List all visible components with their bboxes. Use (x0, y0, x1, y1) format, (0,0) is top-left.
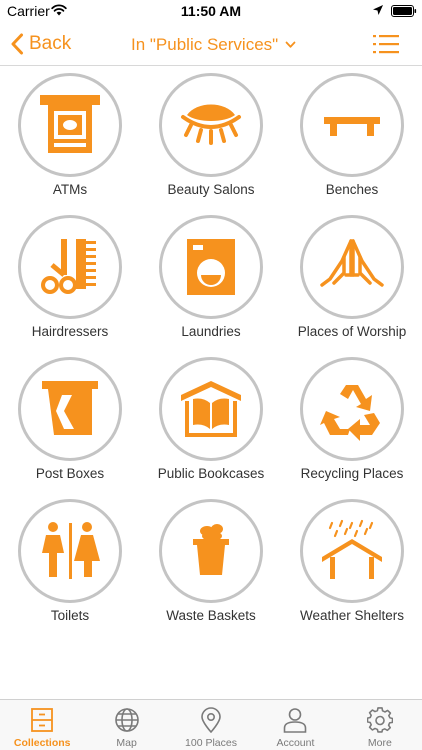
laundry-icon (187, 239, 235, 295)
tab-label: Collections (13, 737, 71, 749)
category-circle (159, 73, 263, 177)
category-label: Laundries (181, 324, 241, 339)
category-label: Post Boxes (35, 466, 105, 481)
tab-collections[interactable]: Collections (0, 700, 84, 750)
category-beauty-salons[interactable]: Beauty Salons (141, 70, 281, 210)
person-icon (284, 708, 307, 733)
bench-icon (324, 117, 380, 136)
category-label: Places of Worship (297, 324, 407, 339)
category-laundries[interactable]: Laundries (141, 212, 281, 352)
category-circle (300, 499, 404, 603)
tab-label: Account (276, 737, 315, 749)
category-label: Beauty Salons (167, 182, 255, 197)
category-post-boxes[interactable]: Post Boxes (0, 354, 140, 494)
globe-icon (114, 708, 139, 732)
category-toilets[interactable]: Toilets (0, 496, 140, 636)
category-label: Hairdressers (31, 324, 109, 339)
category-label: ATMs (52, 182, 88, 197)
battery-icon (391, 5, 417, 17)
category-public-bookcases[interactable]: Public Bookcases (141, 354, 281, 494)
category-circle (159, 215, 263, 319)
category-hairdressers[interactable]: Hairdressers (0, 212, 140, 352)
tab-label: 100 Places (185, 737, 237, 749)
category-recycling-places[interactable]: Recycling Places (282, 354, 422, 494)
category-label: Benches (325, 182, 379, 197)
category-circle (300, 73, 404, 177)
praying-hands-icon (320, 239, 384, 287)
chevron-down-icon (285, 41, 296, 48)
collections-icon (31, 708, 54, 732)
category-circle (18, 499, 122, 603)
toilets-icon (42, 522, 100, 579)
category-benches[interactable]: Benches (282, 70, 422, 210)
back-button[interactable]: Back (10, 31, 71, 57)
category-circle (300, 357, 404, 461)
recycling-icon (320, 385, 380, 441)
hairdresser-icon (41, 239, 96, 294)
tab-100-places[interactable]: 100 Places (169, 700, 253, 750)
location-pin-icon (201, 707, 221, 733)
public-bookcase-icon (181, 381, 241, 437)
navigation-bar: Back In "Public Services" (0, 22, 422, 66)
category-circle (18, 357, 122, 461)
post-box-icon (42, 381, 98, 435)
atm-icon (40, 95, 100, 153)
category-circle (159, 499, 263, 603)
category-places-of-worship[interactable]: Places of Worship (282, 212, 422, 352)
location-arrow-icon (373, 5, 383, 15)
list-view-button[interactable] (373, 33, 399, 55)
back-label: Back (29, 33, 72, 54)
gear-icon (366, 707, 393, 733)
tab-label: Map (116, 737, 137, 749)
status-bar: Carrier 11:50 AM (0, 0, 422, 22)
category-label: Recycling Places (300, 466, 404, 481)
category-atms[interactable]: ATMs (0, 70, 140, 210)
nav-title: In "Public Services" (131, 35, 279, 54)
category-label: Waste Baskets (166, 608, 256, 623)
beauty-salon-icon (181, 104, 241, 145)
category-waste-baskets[interactable]: Waste Baskets (141, 496, 281, 636)
category-label: Toilets (50, 608, 90, 623)
category-label: Weather Shelters (299, 608, 405, 623)
tab-label: More (367, 737, 392, 749)
category-circle (159, 357, 263, 461)
waste-basket-icon (193, 524, 229, 575)
status-time: 11:50 AM (180, 3, 242, 19)
weather-shelter-icon (322, 519, 382, 579)
category-weather-shelters[interactable]: Weather Shelters (282, 496, 422, 636)
category-circle (300, 215, 404, 319)
collection-selector[interactable]: In "Public Services" (131, 34, 296, 56)
tab-map[interactable]: Map (84, 700, 168, 750)
category-circle (18, 215, 122, 319)
category-circle (18, 73, 122, 177)
category-label: Public Bookcases (157, 466, 265, 481)
tab-account[interactable]: Account (253, 700, 337, 750)
chevron-left-icon (11, 33, 23, 55)
tab-bar: Collections Map 100 Places Account More (0, 699, 422, 750)
tab-more[interactable]: More (338, 700, 422, 750)
